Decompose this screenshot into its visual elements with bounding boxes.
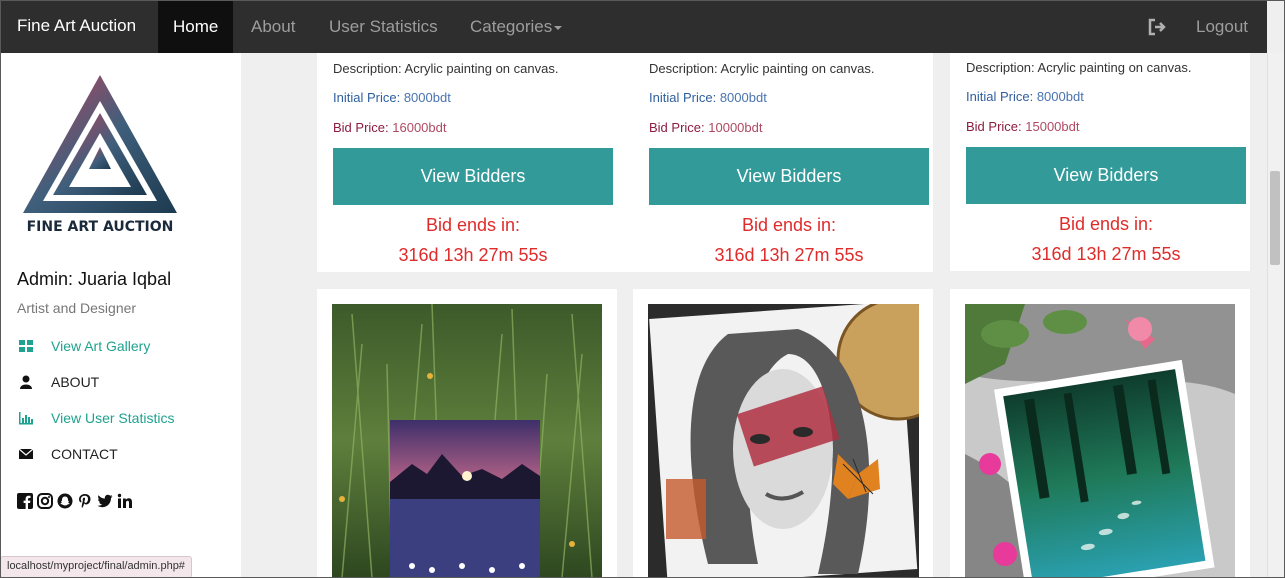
artwork-card: Description: Acrylic painting on canvas.…: [317, 53, 634, 272]
initial-price-label: Initial Price:: [649, 90, 717, 105]
menu-contact[interactable]: CONTACT: [17, 444, 118, 464]
bid-price-value: 16000bdt: [392, 120, 447, 135]
bid-price-label: Bid Price:: [649, 120, 705, 135]
bid-price-label: Bid Price:: [333, 120, 389, 135]
envelope-icon: [18, 448, 34, 459]
grid-icon: [19, 340, 33, 352]
artwork-description: Description: Acrylic painting on canvas.: [966, 60, 1192, 75]
menu-label: View User Statistics: [51, 410, 175, 426]
bid-price: Bid Price: 15000bdt: [966, 119, 1080, 134]
sidebar: FINE ART AUCTION Admin: Juaria Iqbal Art…: [1, 53, 241, 577]
artwork-card: Description: Acrylic painting on canvas.…: [950, 53, 1250, 271]
artwork-card: [950, 289, 1250, 578]
artwork-card: [317, 289, 617, 578]
view-bidders-button[interactable]: View Bidders: [966, 147, 1246, 204]
initial-price-value: 8000bdt: [403, 90, 451, 105]
artwork-image-forest-painting[interactable]: [965, 304, 1235, 578]
bid-price-value: 10000bdt: [708, 120, 763, 135]
social-links: [17, 493, 133, 509]
fine-art-auction-logo: FINE ART AUCTION: [17, 73, 183, 240]
menu-label: CONTACT: [51, 446, 118, 462]
nav-categories-dropdown[interactable]: Categories: [455, 1, 577, 53]
bid-countdown: 316d 13h 27m 55s: [398, 245, 548, 265]
user-icon: [20, 375, 32, 389]
menu-view-user-statistics[interactable]: View User Statistics: [17, 408, 174, 428]
logout-link[interactable]: Logout: [1181, 1, 1263, 53]
nav-about[interactable]: About: [236, 1, 310, 53]
initial-price: Initial Price: 8000bdt: [966, 89, 1084, 104]
vertical-scrollbar[interactable]: [1267, 53, 1284, 577]
menu-label: View Art Gallery: [51, 338, 151, 354]
view-bidders-button[interactable]: View Bidders: [649, 148, 929, 205]
admin-name: Admin: Juaria Iqbal: [17, 269, 172, 289]
initial-price: Initial Price: 8000bdt: [649, 90, 767, 105]
bid-countdown: 316d 13h 27m 55s: [714, 245, 864, 265]
artwork-card: Description: Acrylic painting on canvas.…: [633, 53, 933, 272]
artwork-description: Description: Acrylic painting on canvas.: [649, 61, 875, 76]
bid-ends-label: Bid ends in:: [425, 215, 521, 235]
nav-user-statistics[interactable]: User Statistics: [314, 1, 453, 53]
bid-price: Bid Price: 10000bdt: [649, 120, 763, 135]
menu-label: ABOUT: [51, 374, 100, 390]
linkedin-icon[interactable]: [117, 493, 133, 509]
snapchat-icon[interactable]: [57, 493, 73, 509]
facebook-icon[interactable]: [17, 493, 33, 509]
view-bidders-button[interactable]: View Bidders: [333, 148, 613, 205]
initial-price-value: 8000bdt: [1036, 89, 1084, 104]
bid-price: Bid Price: 16000bdt: [333, 120, 447, 135]
instagram-icon[interactable]: [37, 493, 53, 509]
initial-price: Initial Price: 8000bdt: [333, 90, 451, 105]
bid-ends-label: Bid ends in:: [741, 215, 837, 235]
artwork-image-pencil-portrait[interactable]: [648, 304, 919, 578]
admin-role: Artist and Designer: [17, 300, 137, 316]
bar-chart-icon: [19, 412, 33, 425]
artwork-description: Description: Acrylic painting on canvas.: [333, 61, 559, 76]
bid-price-value: 15000bdt: [1025, 119, 1080, 134]
bid-countdown: 316d 13h 27m 55s: [1031, 244, 1181, 264]
bid-ends-label: Bid ends in:: [1058, 214, 1154, 234]
nav-categories-label: Categories: [470, 17, 553, 36]
status-bar-url: localhost/myproject/final/admin.php#: [0, 556, 192, 578]
top-navbar: Fine Art Auction Home About User Statist…: [1, 1, 1267, 53]
initial-price-label: Initial Price:: [333, 90, 401, 105]
twitter-icon[interactable]: [97, 493, 113, 509]
sign-out-icon[interactable]: [1147, 17, 1167, 37]
scrollbar-thumb[interactable]: [1270, 171, 1280, 265]
brand-link[interactable]: Fine Art Auction: [17, 16, 136, 36]
menu-about[interactable]: ABOUT: [17, 372, 99, 392]
menu-view-art-gallery[interactable]: View Art Gallery: [17, 336, 150, 356]
initial-price-label: Initial Price:: [966, 89, 1034, 104]
artwork-card: [633, 289, 933, 578]
nav-home[interactable]: Home: [158, 1, 234, 53]
pinterest-icon[interactable]: [77, 493, 93, 509]
bid-price-label: Bid Price:: [966, 119, 1022, 134]
artwork-image-sunset-painting[interactable]: [332, 304, 602, 578]
caret-down-icon: [554, 25, 563, 30]
logo-text: FINE ART AUCTION: [27, 219, 174, 235]
initial-price-value: 8000bdt: [719, 90, 767, 105]
